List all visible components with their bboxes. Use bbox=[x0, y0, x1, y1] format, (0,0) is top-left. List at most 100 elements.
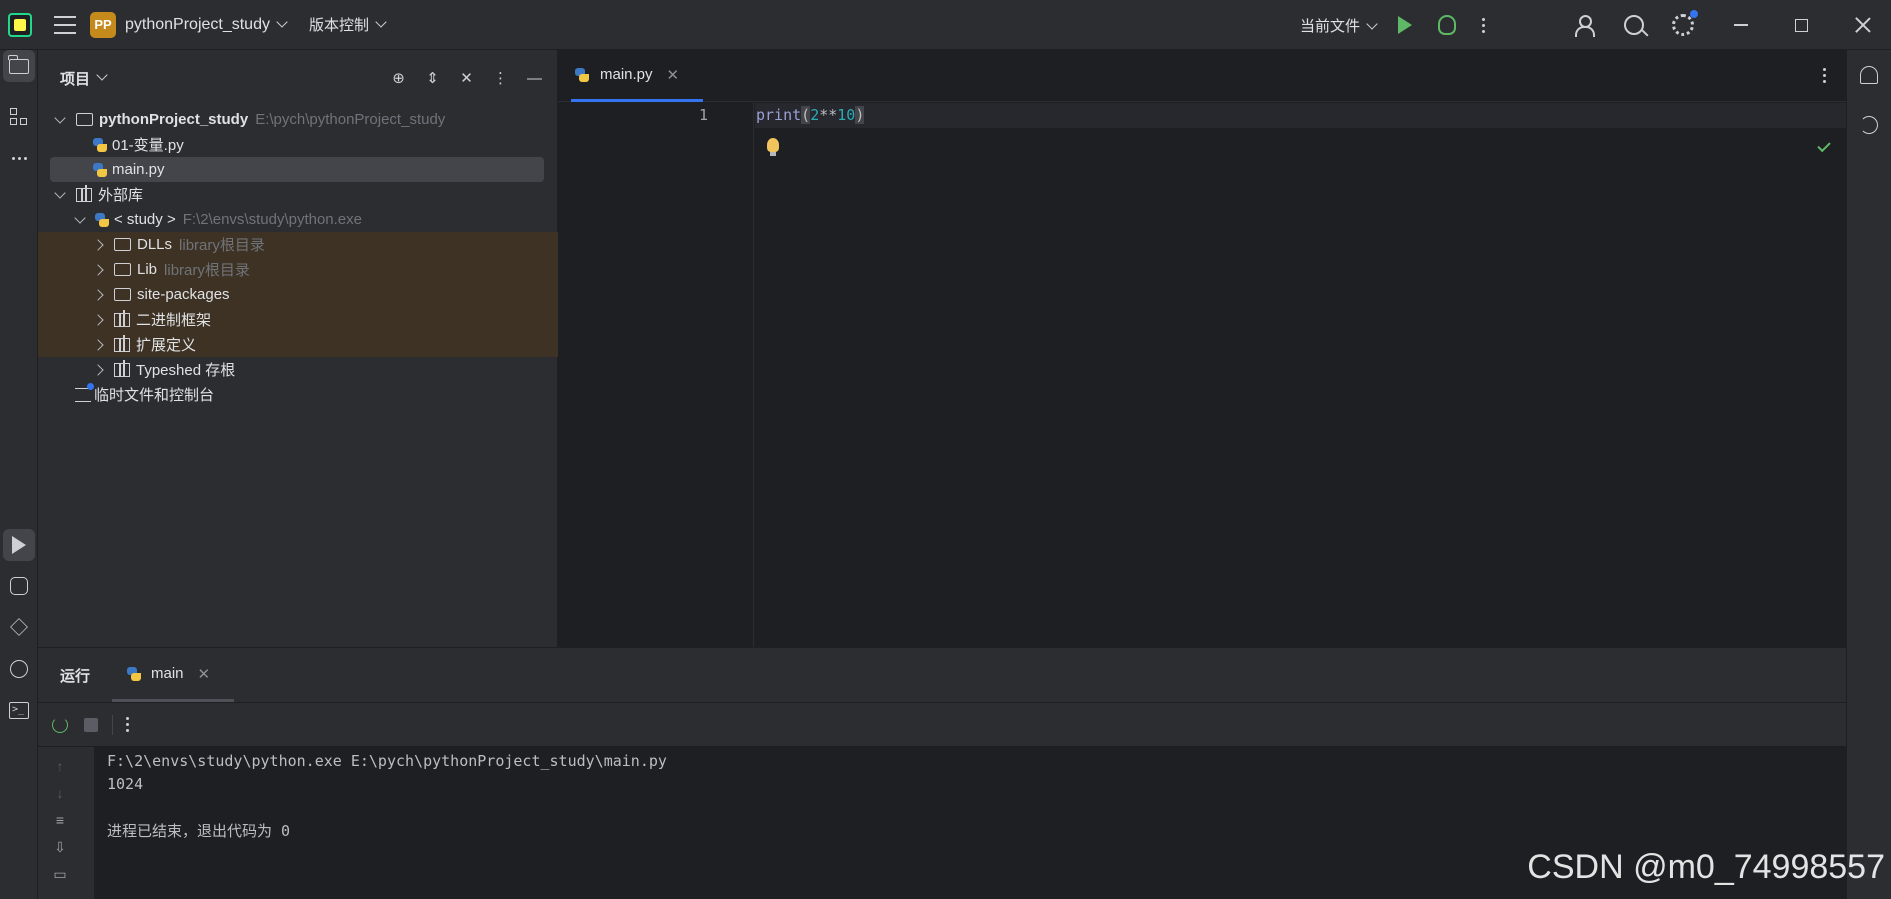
lightbulb-icon[interactable] bbox=[767, 138, 779, 156]
chevron-right-icon[interactable] bbox=[92, 363, 104, 376]
run-tool-button[interactable] bbox=[3, 529, 35, 561]
library-icon bbox=[76, 184, 92, 202]
tree-item-external-libs[interactable]: 外部库 bbox=[38, 182, 558, 207]
folder-icon bbox=[8, 54, 29, 74]
close-window-button[interactable] bbox=[1855, 17, 1871, 33]
editor-gutter bbox=[558, 102, 754, 647]
tree-item-label: main.py bbox=[112, 161, 165, 178]
tree-item-lib[interactable]: Lib library根目录 bbox=[38, 257, 558, 282]
maximize-button[interactable] bbox=[1795, 18, 1808, 32]
project-badge[interactable]: PP bbox=[90, 11, 116, 38]
project-tool-button[interactable] bbox=[3, 50, 35, 82]
terminal-icon: >_ bbox=[9, 701, 29, 719]
chevron-right-icon[interactable] bbox=[92, 288, 104, 301]
hide-panel-icon[interactable]: — bbox=[526, 70, 543, 87]
options-icon[interactable]: ⋮ bbox=[492, 70, 509, 87]
run-config-dropdown[interactable]: 当前文件 bbox=[1300, 15, 1378, 36]
tree-item-label: 二进制框架 bbox=[136, 312, 212, 329]
more-actions-icon[interactable] bbox=[1482, 17, 1485, 33]
python-console-button[interactable] bbox=[3, 570, 35, 602]
python-console-icon bbox=[10, 577, 28, 595]
tree-item-hint: E:\pych\pythonProject_study bbox=[255, 111, 446, 128]
services-button[interactable] bbox=[3, 653, 35, 685]
soft-wrap-icon[interactable]: ≡ bbox=[52, 813, 68, 827]
services-icon bbox=[10, 660, 28, 678]
run-tab-label: main bbox=[151, 665, 184, 682]
tree-item-label: site-packages bbox=[137, 286, 230, 303]
search-icon[interactable] bbox=[1624, 15, 1644, 35]
scroll-up-icon[interactable]: ↑ bbox=[52, 759, 68, 773]
tree-item-binary-skeletons[interactable]: 二进制框架 bbox=[38, 307, 558, 332]
run-button[interactable] bbox=[1398, 16, 1412, 34]
tree-item-file-selected[interactable]: main.py bbox=[50, 157, 544, 182]
chevron-right-icon[interactable] bbox=[92, 338, 104, 351]
current-line-highlight bbox=[755, 103, 1846, 128]
expand-all-icon[interactable]: ⇕ bbox=[424, 70, 441, 87]
console-line: 进程已结束，退出代码为 0 bbox=[107, 822, 291, 840]
python-packages-button[interactable] bbox=[3, 611, 35, 643]
tree-item-dlls[interactable]: DLLs library根目录 bbox=[38, 232, 558, 257]
more-options-icon[interactable] bbox=[126, 717, 129, 732]
run-tab-main[interactable]: main ✕ bbox=[112, 648, 234, 702]
chevron-right-icon[interactable] bbox=[92, 313, 104, 326]
tree-item-site-packages[interactable]: site-packages bbox=[38, 282, 558, 307]
project-name-dropdown[interactable]: pythonProject_study bbox=[125, 16, 270, 34]
settings-gear-icon[interactable] bbox=[1672, 10, 1698, 36]
chevron-down-icon[interactable] bbox=[54, 186, 66, 199]
library-icon bbox=[114, 309, 130, 327]
ide-window: PP pythonProject_study 版本控制 当前文件 >_ 项目 ⊕… bbox=[0, 0, 1891, 899]
more-tools-button[interactable] bbox=[3, 142, 35, 174]
tree-item-label: 01-变量.py bbox=[112, 137, 184, 154]
tree-item-label: DLLs bbox=[137, 236, 173, 253]
scratches-icon bbox=[75, 382, 94, 402]
main-menu-icon[interactable] bbox=[54, 15, 76, 34]
play-icon bbox=[12, 536, 26, 554]
layers-icon bbox=[10, 618, 28, 636]
chevron-down-icon[interactable] bbox=[375, 15, 387, 28]
close-tab-icon[interactable]: ✕ bbox=[198, 665, 211, 683]
tree-item-extended-definitions[interactable]: 扩展定义 bbox=[38, 332, 558, 357]
watermark: CSDN @m0_74998557 bbox=[1527, 848, 1885, 886]
ai-assistant-icon[interactable] bbox=[1860, 116, 1878, 134]
tree-item-hint: F:\2\envs\study\python.exe bbox=[182, 211, 362, 228]
editor-tab-main[interactable]: main.py ✕ bbox=[571, 50, 703, 102]
close-tab-icon[interactable]: ✕ bbox=[667, 66, 680, 84]
tab-options-icon[interactable] bbox=[1823, 68, 1826, 83]
toolbar-separator bbox=[112, 714, 113, 735]
inspection-ok-icon[interactable] bbox=[1817, 138, 1831, 153]
scroll-down-icon[interactable]: ↓ bbox=[52, 786, 68, 800]
rerun-icon[interactable] bbox=[52, 716, 68, 733]
scroll-to-end-icon[interactable]: ⇩ bbox=[52, 840, 68, 854]
structure-tool-button[interactable] bbox=[3, 101, 35, 133]
python-file-icon bbox=[126, 666, 142, 682]
chevron-right-icon[interactable] bbox=[92, 263, 104, 276]
code-token-paren: ( bbox=[801, 106, 811, 124]
minimize-button[interactable] bbox=[1734, 24, 1748, 26]
terminal-button[interactable]: >_ bbox=[3, 694, 35, 726]
tree-item-sdk[interactable]: < study > F:\2\envs\study\python.exe bbox=[38, 207, 558, 232]
chevron-down-icon[interactable] bbox=[96, 69, 108, 81]
stop-icon[interactable] bbox=[84, 717, 98, 732]
vcs-dropdown[interactable]: 版本控制 bbox=[309, 14, 369, 35]
tree-item-scratches[interactable]: 临时文件和控制台 bbox=[38, 382, 558, 407]
tree-item-label: Lib bbox=[137, 261, 158, 278]
chevron-down-icon[interactable] bbox=[54, 111, 66, 124]
print-icon[interactable]: ▭ bbox=[52, 867, 68, 881]
tree-item-project-root[interactable]: pythonProject_study E:\pych\pythonProjec… bbox=[38, 107, 558, 132]
tree-item-label: 扩展定义 bbox=[136, 337, 197, 354]
chevron-down-icon[interactable] bbox=[276, 15, 288, 28]
locate-file-icon[interactable]: ⊕ bbox=[390, 70, 407, 87]
code-line[interactable]: print(2**10) bbox=[756, 106, 865, 124]
folder-icon bbox=[114, 238, 131, 251]
tree-item-file[interactable]: 01-变量.py bbox=[38, 132, 558, 157]
code-with-me-icon[interactable] bbox=[1575, 14, 1597, 37]
chevron-right-icon[interactable] bbox=[92, 238, 104, 251]
notifications-bell-icon[interactable] bbox=[1860, 66, 1878, 84]
python-sdk-icon bbox=[94, 212, 110, 228]
chevron-down-icon[interactable] bbox=[74, 211, 86, 224]
collapse-all-icon[interactable]: ✕ bbox=[458, 70, 475, 87]
console-line: 1024 bbox=[107, 775, 144, 793]
debug-button[interactable] bbox=[1438, 15, 1456, 35]
project-panel-title[interactable]: 项目 bbox=[60, 68, 90, 89]
tree-item-typeshed[interactable]: Typeshed 存根 bbox=[38, 357, 558, 382]
